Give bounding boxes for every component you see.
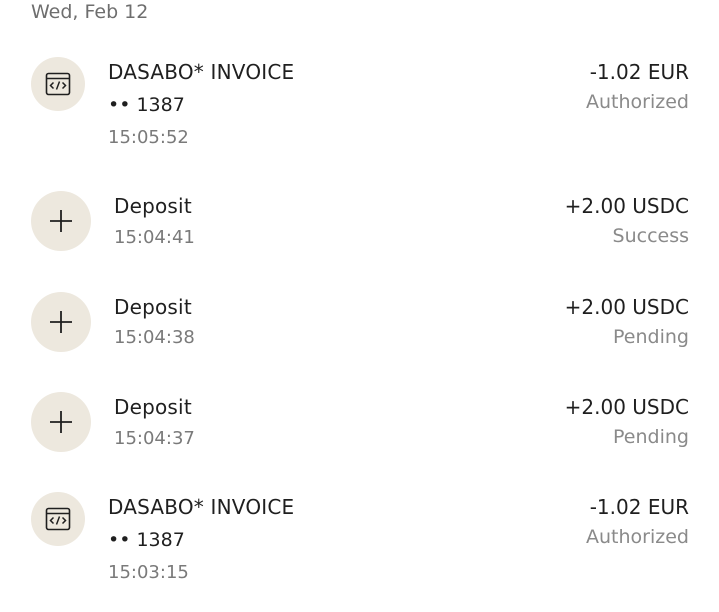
card-number: •• 1387	[108, 529, 185, 551]
transaction-time: 15:04:38	[114, 327, 195, 348]
transactions-page: Wed, Feb 12 DASABO* INVOICE •• 1387 15:0…	[0, 0, 719, 612]
transaction-status: Authorized	[586, 526, 689, 548]
plus-icon	[31, 292, 91, 352]
transaction-status: Pending	[613, 326, 689, 348]
card-code-icon	[31, 492, 85, 546]
transaction-title: Deposit	[114, 295, 192, 319]
transaction-amount: +2.00 USDC	[564, 295, 689, 319]
transaction-amount: +2.00 USDC	[564, 194, 689, 218]
transaction-time: 15:03:15	[108, 562, 189, 583]
plus-icon	[31, 191, 91, 251]
transaction-amount: +2.00 USDC	[564, 395, 689, 419]
transaction-time: 15:05:52	[108, 127, 189, 148]
transaction-status: Authorized	[586, 91, 689, 113]
transaction-time: 15:04:37	[114, 428, 195, 449]
transaction-title: Deposit	[114, 395, 192, 419]
transaction-amount: -1.02 EUR	[589, 60, 689, 84]
transaction-time: 15:04:41	[114, 227, 195, 248]
plus-icon	[31, 392, 91, 452]
transaction-title: Deposit	[114, 194, 192, 218]
transaction-amount: -1.02 EUR	[589, 495, 689, 519]
transaction-title: DASABO* INVOICE	[108, 495, 295, 519]
transaction-status: Success	[612, 225, 689, 247]
transaction-status: Pending	[613, 426, 689, 448]
card-number: •• 1387	[108, 94, 185, 116]
transaction-title: DASABO* INVOICE	[108, 60, 295, 84]
date-header: Wed, Feb 12	[31, 1, 149, 23]
card-code-icon	[31, 57, 85, 111]
